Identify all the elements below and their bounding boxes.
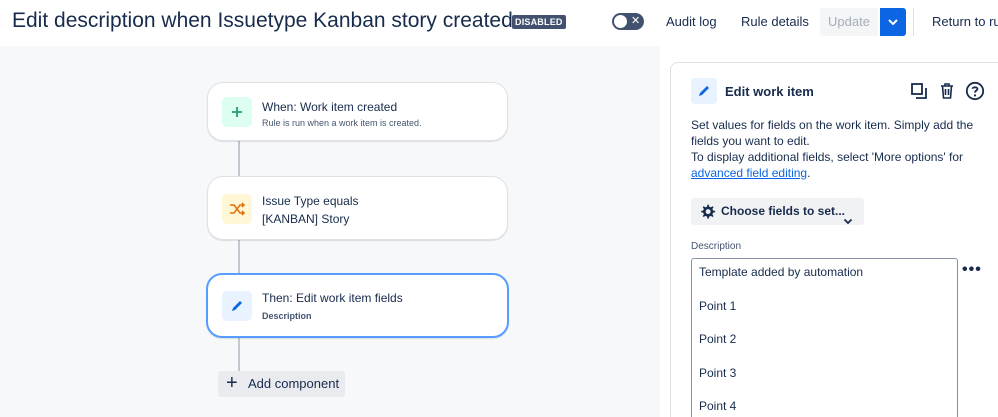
- status-badge: DISABLED: [512, 15, 566, 29]
- header-bar: Edit description when Issuetype Kanban s…: [0, 0, 998, 46]
- editor-line: Template added by automation: [699, 265, 864, 279]
- advanced-field-editing-link[interactable]: advanced field editing: [691, 166, 807, 180]
- edit-work-item-panel: Edit work item Set values for fields on …: [670, 62, 998, 417]
- copy-icon[interactable]: [907, 79, 931, 103]
- condition-card[interactable]: Issue Type equals [KANBAN] Story: [207, 176, 508, 240]
- panel-title: Edit work item: [725, 84, 814, 99]
- description-field-label: Description: [691, 241, 742, 252]
- connector-line: [238, 141, 240, 176]
- choose-fields-button[interactable]: Choose fields to set...: [691, 198, 864, 225]
- editor-line: Point 1: [699, 298, 737, 313]
- editor-line: Point 2: [699, 332, 737, 346]
- editor-line: Point 4: [699, 399, 737, 413]
- panel-description: Set values for fields on the work item. …: [691, 118, 974, 180]
- help-icon[interactable]: [963, 79, 987, 103]
- description-editor[interactable]: Template added by automation Point 1 Poi…: [691, 258, 958, 417]
- plus-icon: [222, 97, 252, 127]
- gear-icon: [699, 203, 716, 230]
- action-title: Then: Edit work item fields: [262, 291, 403, 305]
- more-options-icon[interactable]: •••: [962, 261, 982, 279]
- update-button[interactable]: Update: [820, 8, 878, 36]
- trigger-title: When: Work item created: [262, 100, 398, 114]
- editor-line: Point 3: [699, 365, 737, 380]
- action-card[interactable]: Then: Edit work item fields Description: [206, 273, 509, 338]
- pencil-icon: [691, 78, 717, 104]
- toggle-knob: [614, 15, 627, 28]
- trigger-card[interactable]: When: Work item created Rule is run when…: [207, 82, 508, 141]
- connector-line: [238, 338, 240, 371]
- add-component-label: Add component: [248, 376, 340, 391]
- enable-rule-toggle[interactable]: ✕: [612, 13, 644, 30]
- rule-details-button[interactable]: Rule details: [741, 10, 809, 34]
- trash-icon[interactable]: [935, 79, 959, 103]
- connector-line: [238, 240, 240, 273]
- header-divider: [913, 8, 914, 36]
- update-dropdown-button[interactable]: [880, 8, 906, 36]
- chevron-down-icon: [843, 208, 853, 235]
- return-to-rules-button[interactable]: Return to rul: [932, 10, 998, 34]
- pencil-icon: [222, 291, 252, 321]
- plus-icon: +: [226, 372, 238, 394]
- choose-fields-label: Choose fields to set...: [721, 204, 846, 218]
- panel-actions: [907, 79, 987, 103]
- condition-title: Issue Type equals: [262, 194, 359, 208]
- rule-canvas: When: Work item created Rule is run when…: [0, 46, 660, 417]
- page-title: Edit description when Issuetype Kanban s…: [12, 9, 513, 32]
- x-icon: ✕: [631, 15, 641, 27]
- add-component-button[interactable]: + Add component: [218, 371, 345, 397]
- shuffle-icon: [222, 194, 252, 224]
- audit-log-button[interactable]: Audit log: [666, 10, 717, 34]
- action-subtitle: Description: [262, 311, 312, 321]
- chevron-down-icon: [888, 19, 898, 26]
- trigger-subtitle: Rule is run when a work item is created.: [262, 118, 422, 128]
- condition-subtitle: [KANBAN] Story: [262, 212, 350, 226]
